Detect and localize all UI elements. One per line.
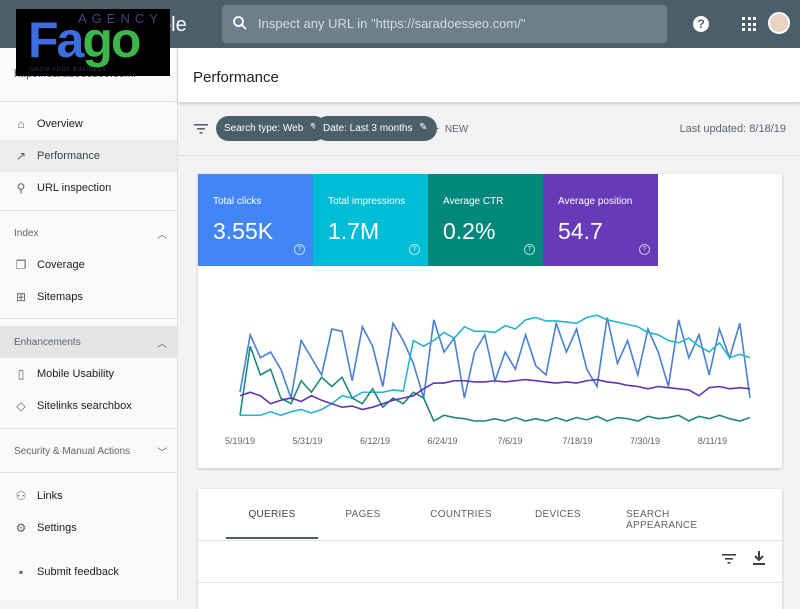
metric-total-impressions[interactable]: Total impressions 1.7M? [313, 174, 428, 266]
filter-chip-search-type[interactable]: Search type: Web✎ [216, 116, 328, 141]
sidebar-item-mobile-usability[interactable]: ▯ Mobile Usability [0, 358, 177, 390]
divider [0, 210, 178, 211]
edit-icon: ✎ [419, 122, 428, 133]
metric-average-position[interactable]: Average position 54.7? [543, 174, 658, 266]
gear-icon: ⚙ [15, 521, 27, 535]
active-tab-indicator [226, 537, 318, 539]
sidebar-item-overview[interactable]: ⌂ Overview [0, 108, 177, 140]
divider [198, 582, 782, 583]
divider [198, 540, 782, 541]
sidebar-item-sitelinks-searchbox[interactable]: ◇ Sitelinks searchbox [0, 390, 177, 422]
performance-chart-card: Total clicks 3.55K? Total impressions 1.7M… [198, 174, 782, 468]
help-icon[interactable]: ? [693, 16, 709, 32]
copy-icon: ❐ [15, 258, 27, 272]
filter-icon[interactable] [194, 123, 208, 135]
sidebar-item-sitemaps[interactable]: ⊞ Sitemaps [0, 281, 177, 313]
logo-tagline: GROW YOUR BUSINESS [30, 67, 107, 73]
metric-average-ctr[interactable]: Average CTR 0.2%? [428, 174, 543, 266]
filter-bar: Search type: Web✎ Date: Last 3 months✎ +… [178, 104, 800, 156]
tab-countries[interactable]: COUNTRIES [430, 509, 492, 520]
sidebar-item-coverage[interactable]: ❐ Coverage [0, 249, 177, 281]
avatar[interactable] [768, 12, 790, 34]
sidebar-item-url-inspection[interactable]: ⚲ URL inspection [0, 172, 177, 204]
help-icon[interactable]: ? [409, 244, 420, 255]
performance-line-chart [239, 314, 751, 423]
x-tick-label: 5/19/19 [224, 436, 256, 446]
x-tick-label: 5/31/19 [292, 436, 323, 446]
plus-icon: + [430, 121, 440, 138]
x-tick-label: 8/11/19 [697, 436, 728, 446]
section-security[interactable]: Security & Manual Actions ﹀ [0, 435, 177, 467]
search-icon [233, 16, 247, 30]
x-tick-label: 7/18/19 [562, 436, 593, 446]
search-icon: ⚲ [16, 181, 26, 195]
apps-grid-icon[interactable] [742, 17, 756, 31]
sidebar-item-links[interactable]: ⚇ Links [0, 480, 177, 512]
layers-icon: ◇ [16, 399, 26, 413]
feedback-icon: ▪ [18, 565, 24, 579]
sidebar-item-settings[interactable]: ⚙ Settings [0, 512, 177, 544]
tab-queries[interactable]: QUERIES [248, 509, 295, 520]
url-inspect-search[interactable]: Inspect any URL in "https://saradoesseo.… [222, 5, 667, 43]
x-tick-label: 6/12/19 [359, 436, 391, 446]
section-enhancements[interactable]: Enhancements ︿ [0, 326, 177, 358]
sitemap-icon: ⊞ [15, 290, 27, 304]
x-tick-label: 7/30/19 [629, 436, 661, 446]
divider [0, 318, 178, 319]
sidebar: https://saradoesseo.com/ ⌂Overview ↗Perf… [0, 48, 178, 600]
tab-search-appearance[interactable]: SEARCH APPEARANCE [626, 509, 730, 531]
search-placeholder: Inspect any URL in "https://saradoesseo.… [258, 16, 526, 31]
logo-wordmark: Fago [28, 12, 141, 68]
filter-chip-date[interactable]: Date: Last 3 months ✎ [315, 116, 437, 141]
chevron-up-icon: ︿ [157, 339, 167, 350]
help-icon[interactable]: ? [294, 244, 305, 255]
sidebar-item-performance[interactable]: ↗ Performance [0, 140, 177, 172]
section-index[interactable]: Index ︿ [0, 217, 177, 249]
divider [0, 101, 178, 102]
agency-logo: AGENCY Fago GROW YOUR BUSINESS [16, 9, 170, 76]
sidebar-item-submit-feedback[interactable]: ▪ Submit feedback [0, 556, 177, 588]
help-icon[interactable]: ? [524, 244, 535, 255]
phone-icon: ▯ [17, 367, 25, 381]
help-icon[interactable]: ? [639, 244, 650, 255]
download-icon[interactable] [753, 551, 765, 565]
metric-total-clicks[interactable]: Total clicks 3.55K? [198, 174, 313, 266]
report-table-card: QUERIES PAGES COUNTRIES DEVICES SEARCH A… [198, 489, 782, 609]
filter-icon[interactable] [722, 553, 736, 565]
x-tick-label: 7/6/19 [497, 436, 523, 446]
tab-devices[interactable]: DEVICES [535, 509, 581, 520]
trending-up-icon: ↗ [15, 149, 27, 163]
x-tick-label: 6/24/19 [427, 436, 458, 446]
tab-pages[interactable]: PAGES [345, 509, 380, 520]
last-updated: Last updated: 8/18/19 [679, 123, 786, 135]
new-filter-button[interactable]: + NEW [430, 121, 468, 139]
home-icon: ⌂ [17, 117, 25, 131]
divider [0, 428, 178, 429]
chevron-up-icon: ︿ [157, 230, 167, 241]
chevron-down-icon: ﹀ [157, 448, 167, 459]
divider [0, 472, 178, 473]
links-icon: ⚇ [15, 489, 27, 503]
page-header: Performance [178, 48, 800, 102]
page-title: Performance [193, 69, 279, 86]
